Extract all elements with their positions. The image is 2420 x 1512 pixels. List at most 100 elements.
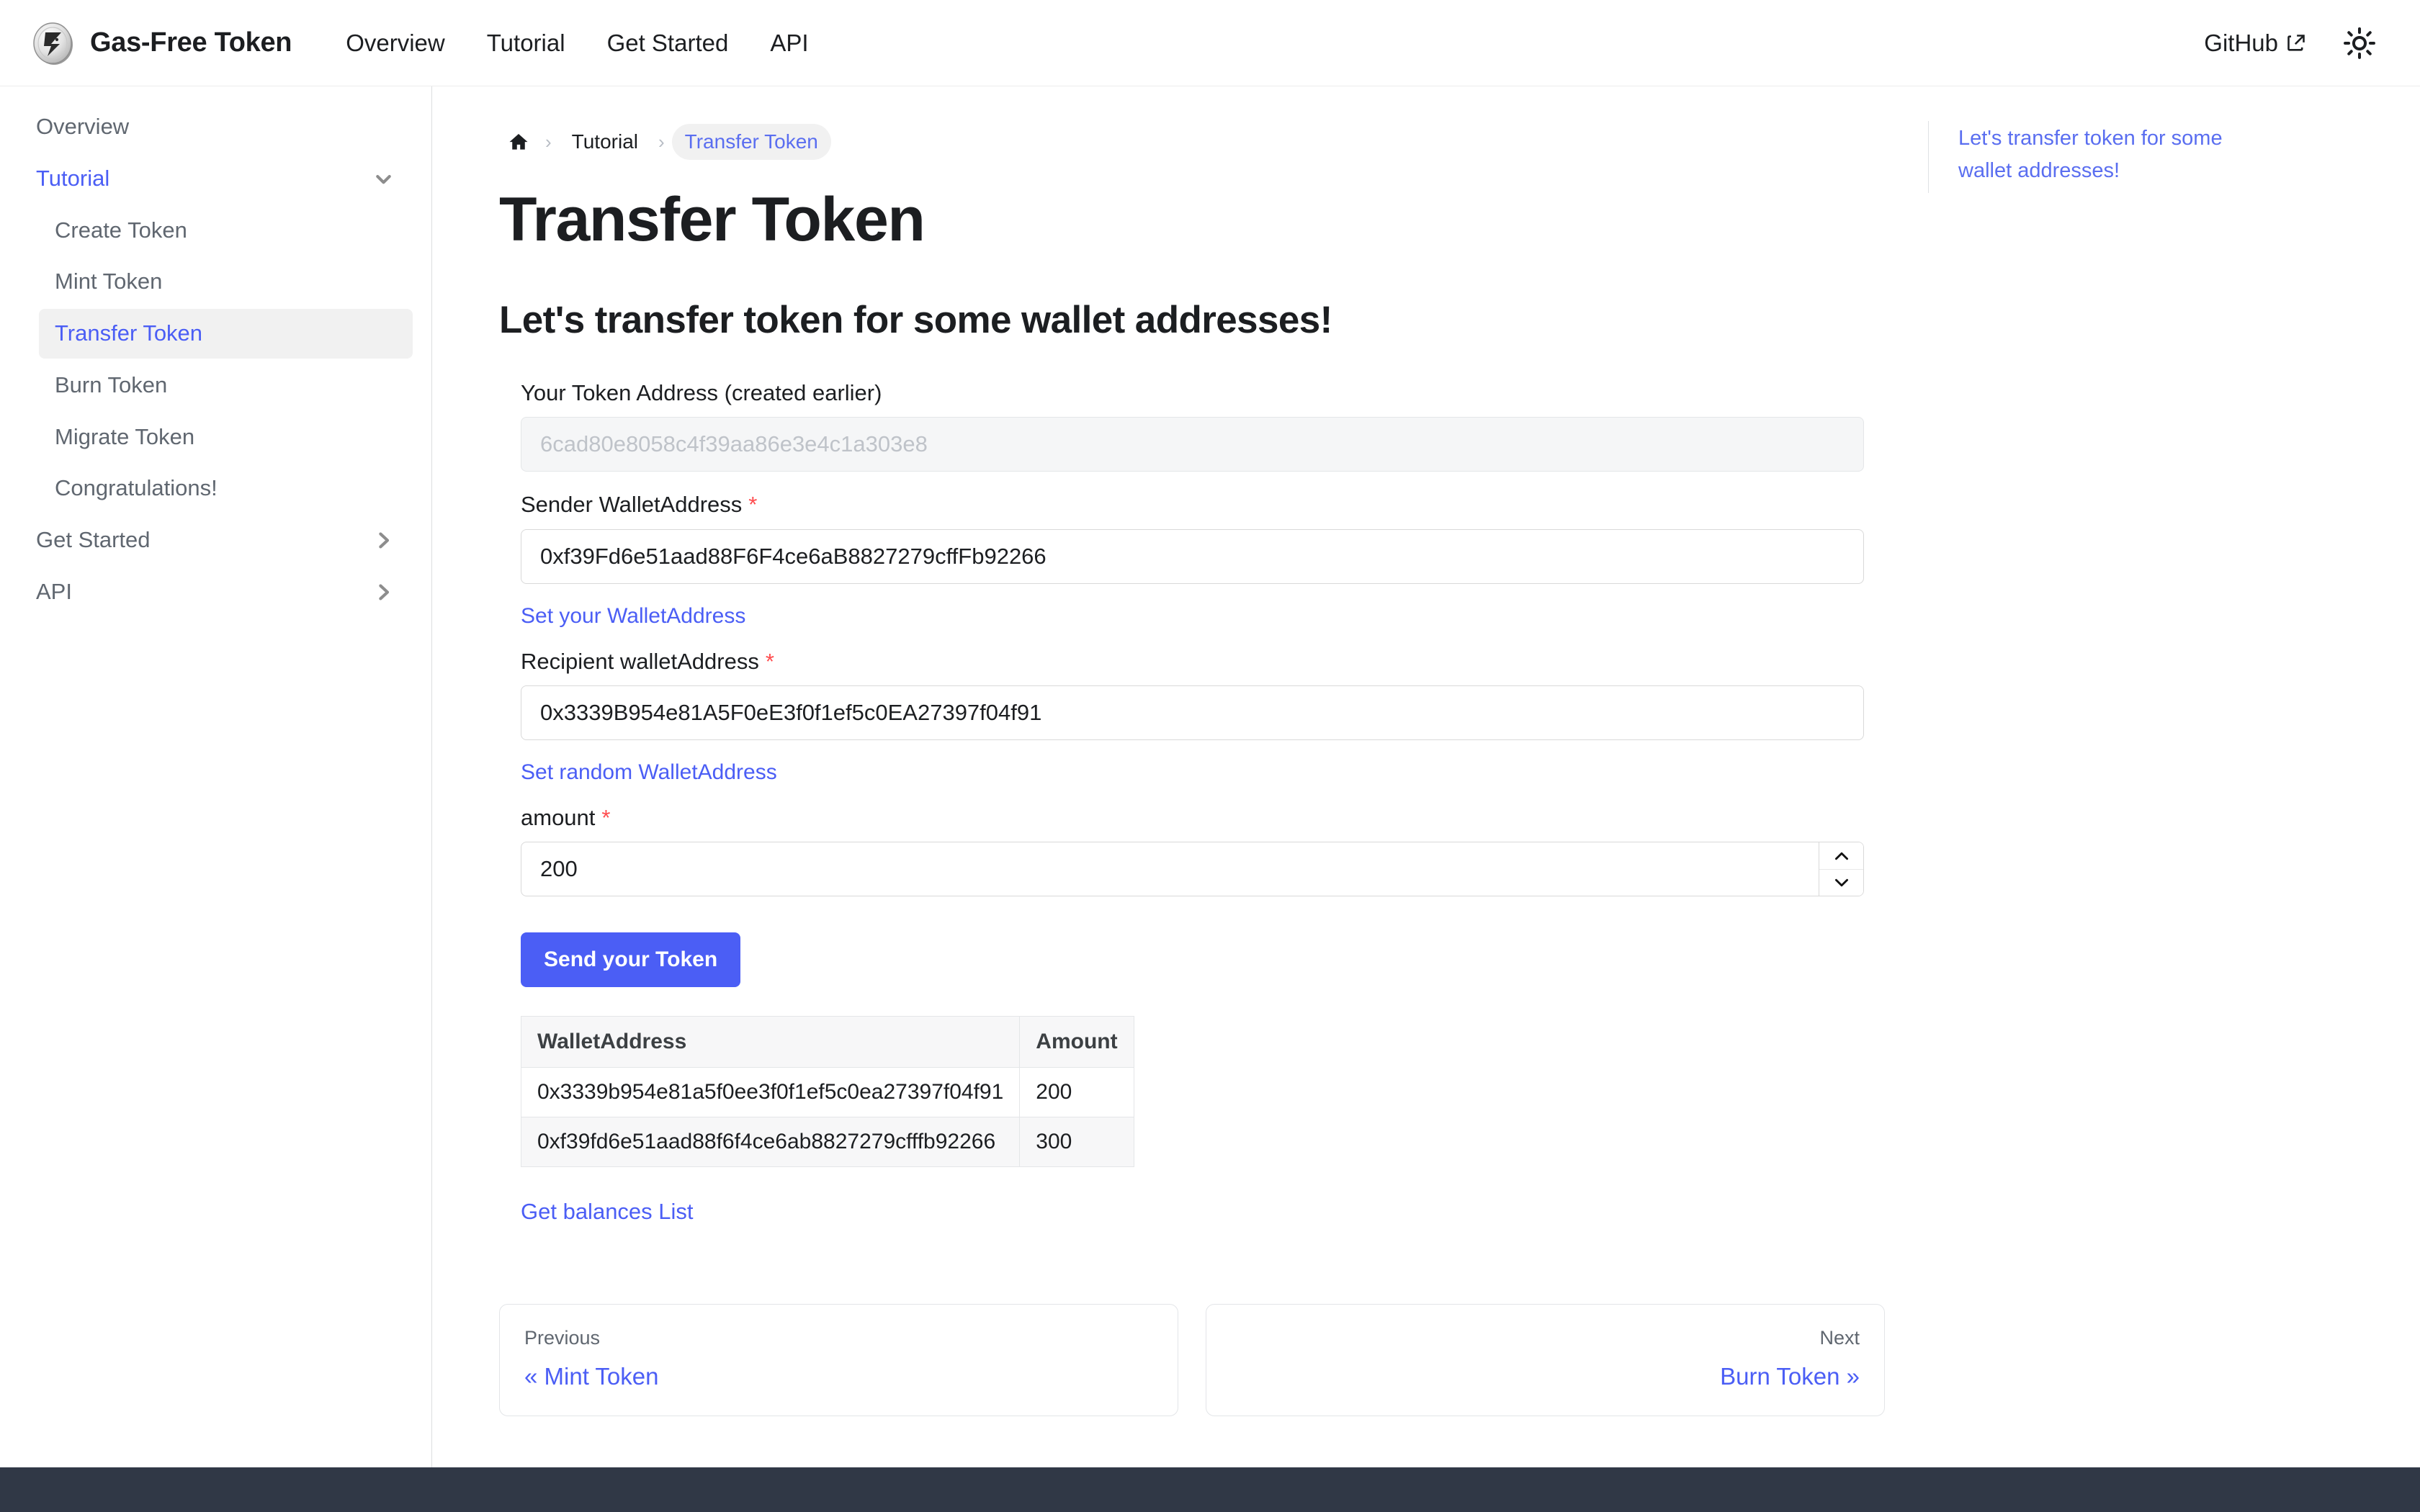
navbar: Gas-Free Token Overview Tutorial Get Sta…: [0, 0, 2420, 86]
chevron-down-icon: [1834, 879, 1848, 887]
pagination-previous-label: Previous: [524, 1327, 601, 1349]
amount-field-group: amount *: [521, 804, 1864, 897]
amount-input[interactable]: [521, 842, 1864, 897]
navbar-right: GitHub: [2204, 22, 2390, 65]
recipient-label: Recipient walletAddress *: [521, 647, 1860, 676]
get-balances-list-link[interactable]: Get balances List: [521, 1199, 694, 1225]
toc-item-transfer-heading[interactable]: Let's transfer token for some wallet add…: [1958, 122, 2275, 187]
sender-label-text: Sender WalletAddress: [521, 492, 743, 518]
chevron-right-icon[interactable]: [372, 528, 395, 552]
sidebar-item-api[interactable]: API: [19, 567, 413, 617]
pagination-previous[interactable]: Previous « Mint Token: [499, 1304, 1178, 1417]
amount-stepper: [521, 842, 1864, 897]
sun-icon: [2344, 27, 2375, 59]
required-asterisk: *: [601, 805, 611, 831]
cell-walletaddress: 0xf39fd6e51aad88f6f4ce6ab8827279cfffb922…: [520, 1117, 1021, 1168]
cell-amount: 300: [1019, 1117, 1134, 1168]
token-address-label: Your Token Address (created earlier): [521, 380, 882, 406]
cell-amount: 200: [1019, 1067, 1134, 1118]
sidebar-item-create-token[interactable]: Create Token: [39, 206, 413, 256]
nav-link-overview[interactable]: Overview: [325, 30, 466, 57]
page-title: Transfer Token: [499, 185, 926, 254]
doc-pagination: Previous « Mint Token Next Burn Token »: [499, 1304, 1885, 1417]
navbar-links: Overview Tutorial Get Started API: [325, 30, 829, 57]
breadcrumb-separator: ›: [658, 130, 665, 153]
token-address-input[interactable]: [521, 417, 1864, 472]
transfer-form: Your Token Address (created earlier) Sen…: [499, 379, 1864, 1275]
balances-table: WalletAddress Amount 0x3339b954e81a5f0ee…: [520, 1016, 1134, 1168]
chevron-up-icon: [1834, 852, 1848, 860]
pagination-next[interactable]: Next Burn Token »: [1206, 1304, 1885, 1417]
amount-label: amount *: [521, 804, 1860, 832]
table-head: WalletAddress Amount: [520, 1016, 1134, 1068]
pagination-next-title: Burn Token »: [1720, 1362, 1860, 1390]
sidebar-item-congratulations[interactable]: Congratulations!: [39, 464, 413, 513]
nav-link-tutorial[interactable]: Tutorial: [466, 30, 586, 57]
stepper-buttons: [1819, 842, 1863, 896]
pagination-previous-title: « Mint Token: [524, 1362, 659, 1390]
amount-label-text: amount: [521, 805, 596, 831]
main-content: › Tutorial › Transfer Token Transfer Tok…: [433, 86, 1928, 1467]
sidebar-item-get-started[interactable]: Get Started: [19, 516, 413, 565]
github-label: GitHub: [2204, 29, 2278, 56]
amount-decrement-button[interactable]: [1819, 869, 1863, 896]
sidebar-item-label: Overview: [36, 114, 130, 139]
sidebar-item-label: Transfer Token: [55, 320, 203, 346]
brand-title: Gas-Free Token: [90, 27, 292, 58]
github-link[interactable]: GitHub: [2204, 30, 2306, 57]
nav-link-api[interactable]: API: [749, 30, 829, 57]
set-your-walletaddress-link[interactable]: Set your WalletAddress: [521, 604, 745, 629]
site-footer: [0, 1467, 2420, 1512]
sidebar-item-overview[interactable]: Overview: [19, 102, 413, 152]
send-your-token-button[interactable]: Send your Token: [521, 932, 741, 988]
sidebar-item-mint-token[interactable]: Mint Token: [39, 257, 413, 307]
table-header-row: WalletAddress Amount: [520, 1016, 1134, 1068]
required-asterisk: *: [748, 492, 758, 518]
gas-free-token-coin-logo: [33, 22, 73, 65]
sidebar-item-label: Create Token: [55, 217, 187, 243]
table-body: 0x3339b954e81a5f0ee3f0f1ef5c0ea27397f04f…: [520, 1067, 1134, 1168]
recipient-field-group: Recipient walletAddress *: [521, 647, 1864, 741]
theme-toggle-button[interactable]: [2338, 22, 2381, 65]
required-asterisk: *: [765, 648, 774, 674]
sender-label: Sender WalletAddress *: [521, 490, 1860, 519]
nav-link-get-started[interactable]: Get Started: [586, 30, 750, 57]
sidebar-item-label: API: [36, 578, 72, 604]
chevron-right-icon[interactable]: [372, 580, 395, 604]
token-address-field-group: Your Token Address (created earlier): [521, 379, 1864, 472]
table-row: 0xf39fd6e51aad88f6f4ce6ab8827279cfffb922…: [520, 1117, 1134, 1168]
sidebar-item-label: Congratulations!: [55, 475, 218, 501]
chevron-down-icon[interactable]: [372, 167, 395, 191]
table-row: 0x3339b954e81a5f0ee3f0f1ef5c0ea27397f04f…: [520, 1067, 1134, 1118]
breadcrumb-item-tutorial[interactable]: Tutorial: [559, 124, 651, 160]
column-header-amount: Amount: [1019, 1016, 1134, 1068]
table-of-contents: Let's transfer token for some wallet add…: [1928, 86, 2420, 1467]
amount-increment-button[interactable]: [1819, 842, 1863, 870]
breadcrumb-home[interactable]: [499, 125, 538, 159]
cell-walletaddress: 0x3339b954e81a5f0ee3f0f1ef5c0ea27397f04f…: [520, 1067, 1021, 1118]
section-heading: Let's transfer token for some wallet add…: [499, 298, 1332, 341]
brand[interactable]: Gas-Free Token: [30, 20, 292, 66]
sender-field-group: Sender WalletAddress *: [521, 490, 1864, 584]
breadcrumb-item-current[interactable]: Transfer Token: [671, 124, 831, 160]
sidebar-item-tutorial[interactable]: Tutorial: [19, 154, 413, 204]
column-header-walletaddress: WalletAddress: [520, 1016, 1021, 1068]
recipient-wallet-input[interactable]: [521, 685, 1864, 741]
sidebar-item-label: Migrate Token: [55, 423, 195, 449]
sidebar-item-migrate-token[interactable]: Migrate Token: [39, 413, 413, 462]
sender-wallet-input[interactable]: [521, 528, 1864, 584]
breadcrumb-separator: ›: [545, 130, 552, 153]
sidebar: Overview Tutorial Create Token Mint Toke…: [0, 86, 432, 1467]
sidebar-item-label: Get Started: [36, 527, 151, 552]
sidebar-item-transfer-token[interactable]: Transfer Token: [39, 309, 413, 359]
app-root: Gas-Free Token Overview Tutorial Get Sta…: [0, 0, 2420, 1512]
sidebar-item-label: Mint Token: [55, 269, 163, 294]
sidebar-item-burn-token[interactable]: Burn Token: [39, 361, 413, 410]
sidebar-item-label: Tutorial: [36, 165, 110, 191]
recipient-label-text: Recipient walletAddress: [521, 648, 759, 674]
breadcrumb: › Tutorial › Transfer Token: [499, 124, 1885, 160]
home-icon: [509, 134, 528, 150]
external-link-icon: [2287, 34, 2305, 51]
set-random-walletaddress-link[interactable]: Set random WalletAddress: [521, 760, 777, 785]
